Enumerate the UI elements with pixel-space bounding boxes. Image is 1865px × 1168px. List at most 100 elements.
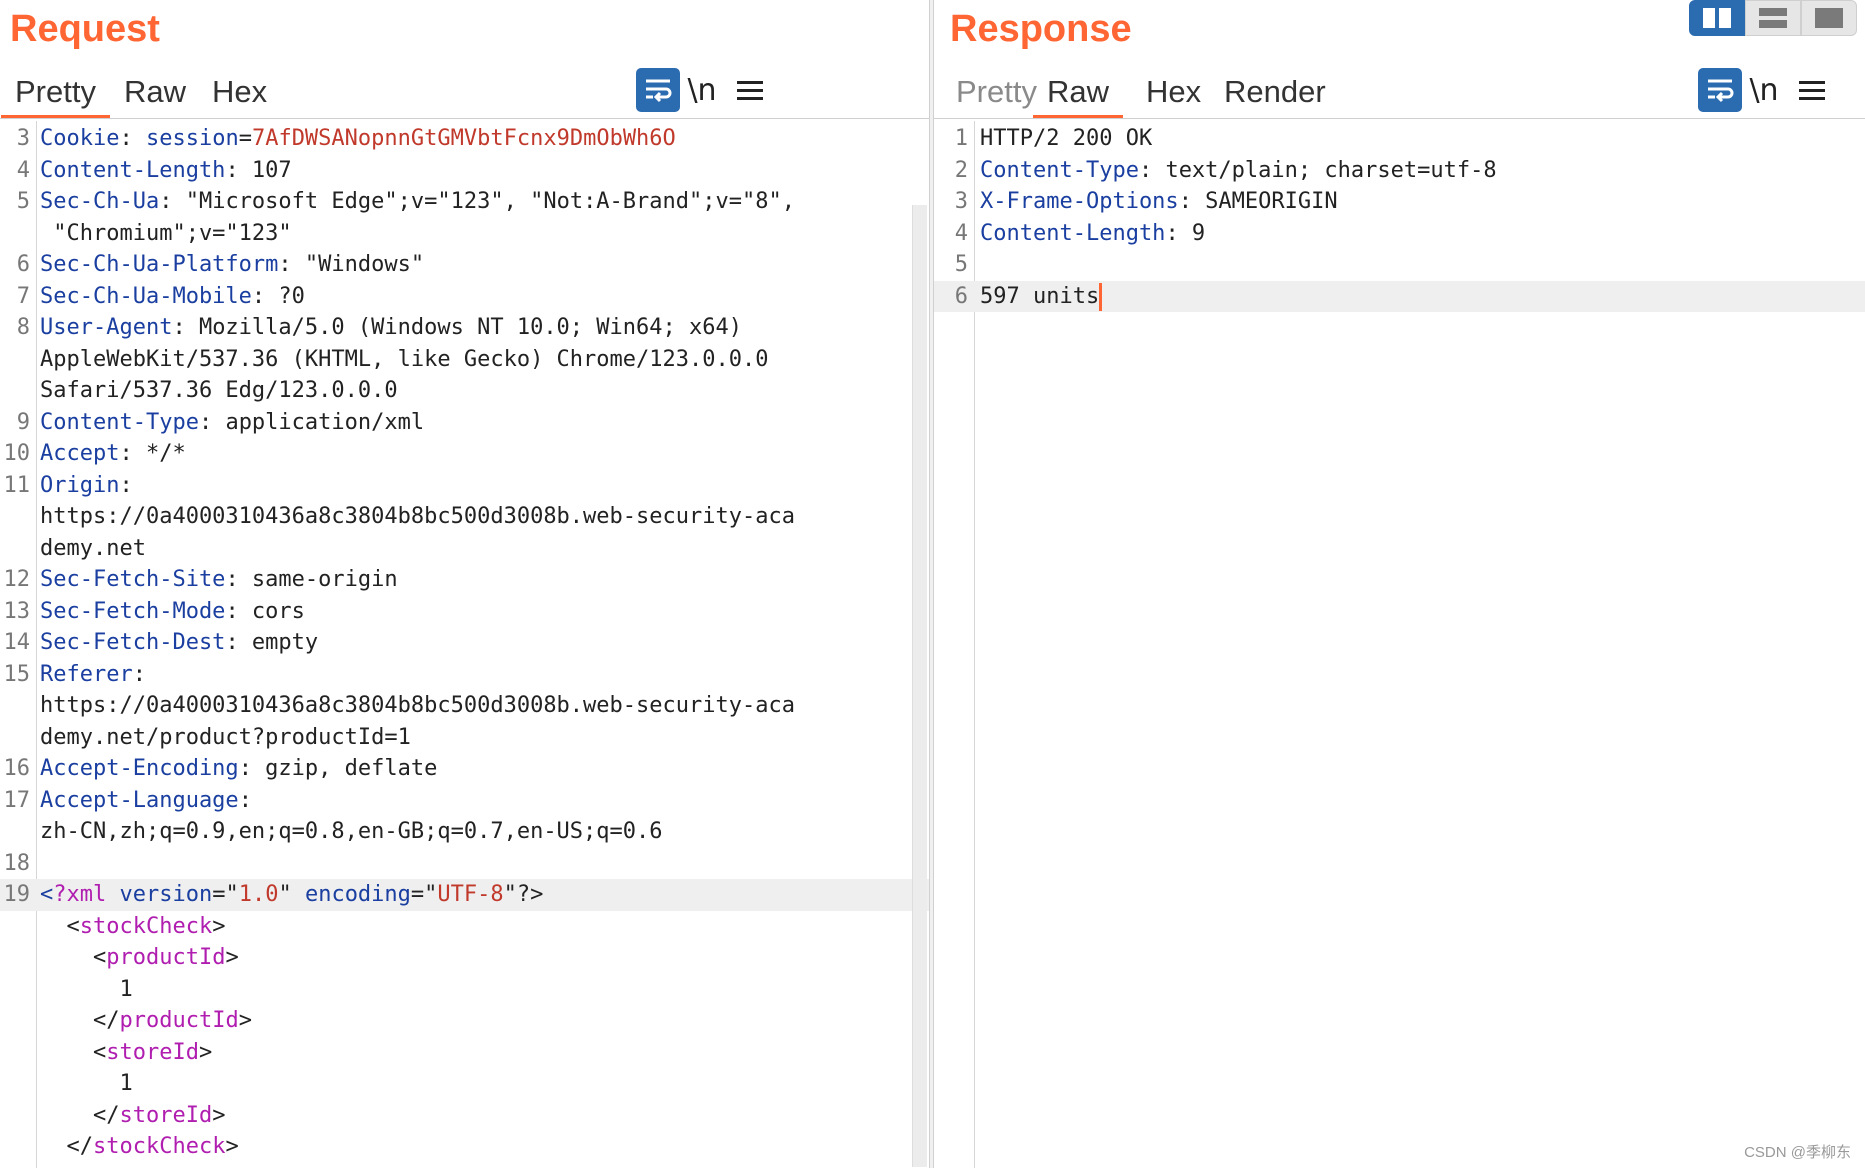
line-text: Safari/537.36 Edg/123.0.0.0 bbox=[40, 375, 398, 407]
code-token: : */* bbox=[119, 441, 186, 466]
code-line: <productId> bbox=[0, 942, 930, 974]
request-menu-button[interactable] bbox=[728, 68, 772, 112]
code-line: <stockCheck> bbox=[0, 911, 930, 943]
request-tab-raw[interactable]: Raw bbox=[124, 62, 186, 118]
code-token: Content-Length bbox=[980, 220, 1166, 246]
code-token: : SAMEORIGIN bbox=[1178, 189, 1338, 214]
line-number: 13 bbox=[3, 598, 31, 624]
code-token: Cookie bbox=[40, 126, 120, 151]
response-tab-pretty[interactable]: Pretty bbox=[956, 62, 1037, 118]
code-token: Sec-Ch-Ua-Mobile bbox=[40, 283, 252, 309]
code-token: https://0a4000310436a8c3804b8bc500d3008b… bbox=[40, 693, 795, 718]
request-editor[interactable]: 3 Cookie: session=7AfDWSANopnnGtGMVbtFcnx… bbox=[0, 121, 930, 1168]
request-tab-hex[interactable]: Hex bbox=[212, 62, 267, 118]
response-lines: 1 HTTP/2 200 OK 2 Content-Type: text/plain;… bbox=[934, 123, 1865, 312]
line-number: 14 bbox=[3, 630, 31, 655]
code-token: Accept bbox=[40, 441, 120, 466]
response-editor[interactable]: 1 HTTP/2 200 OK 2 Content-Type: text/plain;… bbox=[934, 121, 1865, 1168]
line-number: 12 bbox=[3, 567, 31, 592]
code-token: https://0a4000310436a8c3804b8bc500d3008b… bbox=[40, 504, 795, 529]
line-number: 3 bbox=[954, 189, 968, 214]
watermark: CSDN @季柳东 bbox=[1744, 1144, 1851, 1161]
code-line: 3 X-Frame-Options: SAMEORIGIN bbox=[934, 186, 1865, 218]
line-number: 7 bbox=[16, 283, 30, 309]
line-text: demy.net bbox=[40, 533, 146, 565]
request-title: Request bbox=[10, 8, 160, 50]
code-token: < bbox=[40, 882, 54, 907]
line-text: https://0a4000310436a8c3804b8bc500d3008b… bbox=[40, 501, 795, 533]
layout-stacked-button[interactable] bbox=[1745, 0, 1801, 36]
word-wrap-button[interactable] bbox=[636, 68, 680, 112]
line-number: 15 bbox=[3, 661, 31, 687]
code-token: zh-CN,zh;q=0.9,en;q=0.8,en-GB;q=0.7,en-U… bbox=[40, 819, 663, 844]
code-token: : Mozilla/5.0 (Windows NT 10.0; Win64; x… bbox=[172, 315, 742, 340]
line-text: Origin: bbox=[40, 470, 133, 502]
line-text: HTTP/2 200 OK bbox=[980, 123, 1152, 155]
code-token: : gzip, deflate bbox=[238, 756, 438, 781]
code-token: 1 bbox=[40, 1071, 133, 1096]
code-line: 5 Sec-Ch-Ua: "Microsoft Edge";v="123", "N… bbox=[0, 186, 930, 218]
code-token: </ bbox=[40, 1008, 120, 1033]
code-token: : text/plain; charset=utf-8 bbox=[1138, 157, 1497, 183]
code-token: Sec-Ch-Ua-Platform bbox=[40, 252, 279, 277]
line-text: Accept: */* bbox=[40, 438, 186, 470]
code-line: 10 Accept: */* bbox=[0, 438, 930, 470]
line-text: Accept-Language: bbox=[40, 785, 252, 817]
layout-tabbed-button[interactable] bbox=[1801, 0, 1857, 36]
code-token: 7AfDWSANopnnGtGMVbtFcnx9DmObWh6O bbox=[251, 126, 676, 151]
code-line: 6 597 units bbox=[934, 280, 1865, 313]
code-line: 15 Referer: bbox=[0, 659, 930, 691]
code-line: 9 Content-Type: application/xml bbox=[0, 407, 930, 439]
show-newlines-button[interactable]: \n bbox=[680, 68, 724, 112]
code-line: </productId> bbox=[0, 1005, 930, 1037]
code-line: 5 bbox=[934, 249, 1865, 281]
hamburger-menu-icon bbox=[1799, 76, 1825, 105]
response-word-wrap-button[interactable] bbox=[1698, 68, 1742, 112]
line-number: 9 bbox=[16, 409, 30, 435]
code-token: Accept-Language bbox=[40, 787, 239, 813]
line-number: 4 bbox=[16, 157, 30, 183]
request-tab-pretty[interactable]: Pretty bbox=[1, 62, 110, 118]
line-text: 597 units bbox=[980, 281, 1103, 313]
line-text: Content-Type: application/xml bbox=[40, 407, 424, 439]
code-token: " bbox=[278, 882, 305, 907]
line-number: 16 bbox=[3, 756, 31, 781]
code-line: 3 Cookie: session=7AfDWSANopnnGtGMVbtFcnx… bbox=[0, 123, 930, 155]
code-token: : ?0 bbox=[251, 283, 305, 309]
code-token: < bbox=[40, 913, 80, 939]
layout-toggle-group bbox=[1689, 0, 1857, 36]
line-text: Sec-Ch-Ua-Mobile: ?0 bbox=[40, 281, 305, 313]
code-token: : "Microsoft Edge";v="123", "Not:A-Brand… bbox=[159, 189, 795, 214]
code-line: 6 Sec-Ch-Ua-Platform: "Windows" bbox=[0, 249, 930, 281]
line-text: Sec-Fetch-Site: same-origin bbox=[40, 564, 398, 596]
code-line: 13 Sec-Fetch-Mode: cors bbox=[0, 596, 930, 628]
code-token: Content-Type bbox=[40, 409, 199, 435]
line-text: demy.net/product?productId=1 bbox=[40, 722, 411, 754]
code-token: : bbox=[238, 787, 252, 813]
line-number: 4 bbox=[954, 220, 968, 246]
line-text: <stockCheck> bbox=[40, 911, 225, 943]
response-tab-raw[interactable]: Raw bbox=[1032, 62, 1124, 118]
response-tab-render[interactable]: Render bbox=[1224, 62, 1326, 118]
code-line: "Chromium";v="123" bbox=[0, 218, 930, 250]
line-number: 18 bbox=[3, 850, 31, 876]
response-tab-hex[interactable]: Hex bbox=[1146, 62, 1201, 118]
response-show-newlines-button[interactable]: \n bbox=[1742, 68, 1786, 112]
code-token: =" bbox=[410, 882, 438, 907]
request-scrollbar[interactable] bbox=[912, 205, 927, 1167]
columns-layout-icon bbox=[1703, 8, 1731, 28]
code-token: UTF-8 bbox=[437, 882, 504, 907]
line-text: User-Agent: Mozilla/5.0 (Windows NT 10.0… bbox=[40, 312, 742, 344]
code-token: Sec-Fetch-Mode bbox=[40, 598, 226, 624]
response-menu-button[interactable] bbox=[1790, 68, 1834, 112]
code-line: </storeId> bbox=[0, 1100, 930, 1132]
code-token: : application/xml bbox=[198, 409, 425, 435]
code-line: 4 Content-Length: 107 bbox=[0, 155, 930, 187]
layout-side-by-side-button[interactable] bbox=[1689, 0, 1745, 36]
response-title: Response bbox=[950, 8, 1132, 50]
code-token: =" bbox=[212, 882, 239, 907]
code-token: "?> bbox=[503, 882, 544, 907]
code-token: Safari/537.36 Edg/123.0.0.0 bbox=[40, 378, 398, 403]
code-token: : empty bbox=[225, 630, 319, 655]
code-token: Origin bbox=[40, 472, 120, 498]
